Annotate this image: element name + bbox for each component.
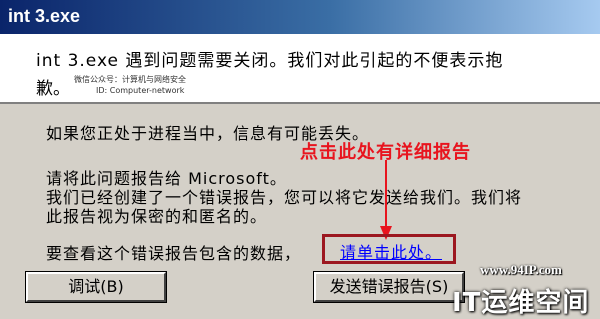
send-error-report-button[interactable]: 发送错误报告(S) <box>314 272 464 302</box>
error-header-panel: int 3.exe 遇到问题需要关闭。我们对此引起的不便表示抱 歉。 微信公众号… <box>0 34 600 104</box>
data-prompt: 要查看这个错误报告包含的数据， <box>46 244 302 263</box>
annotation-arrow-icon <box>380 160 392 240</box>
title-bar: int 3.exe <box>0 0 600 34</box>
watermark-site-name: IT运维空间 <box>452 288 590 318</box>
window-title: int 3.exe <box>8 6 81 26</box>
details-link[interactable]: 请单击此处。 <box>340 239 442 263</box>
debug-button[interactable]: 调试(B) <box>26 272 166 302</box>
watermark-site-url: www.94IP.com <box>480 262 562 277</box>
error-headline-line2: 歉。 <box>36 79 70 99</box>
error-headline-line1: int 3.exe 遇到问题需要关闭。我们对此引起的不便表示抱 <box>36 51 504 71</box>
watermark-wechat: 微信公众号：计算机与网络安全 <box>74 75 186 84</box>
watermark-id: ID: Computer-network <box>96 86 185 95</box>
report-line-3: 此报告视为保密的和匿名的。 <box>46 207 268 226</box>
